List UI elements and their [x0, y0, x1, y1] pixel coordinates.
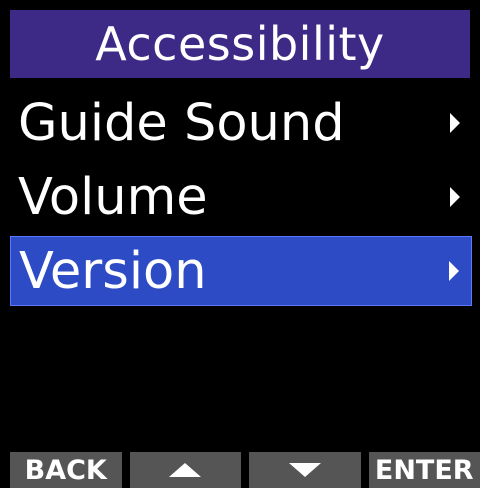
device-screen: Accessibility Guide Sound Volume Version… — [0, 0, 480, 488]
softkey-bar: BACK ENTER — [10, 452, 480, 488]
chevron-right-icon — [450, 187, 460, 207]
triangle-up-icon — [169, 463, 202, 477]
menu-item-label: Version — [19, 241, 207, 301]
menu-item-version[interactable]: Version — [10, 236, 472, 306]
menu-item-label: Guide Sound — [18, 93, 345, 153]
title-bar: Accessibility — [10, 10, 470, 78]
chevron-right-icon — [449, 261, 459, 281]
back-button[interactable]: BACK — [10, 452, 122, 488]
enter-button[interactable]: ENTER — [368, 452, 480, 488]
chevron-right-icon — [450, 113, 460, 133]
up-button[interactable] — [129, 452, 241, 488]
menu-item-guide-sound[interactable]: Guide Sound — [10, 88, 472, 158]
menu-item-label: Volume — [18, 167, 208, 227]
enter-button-label: ENTER — [374, 454, 474, 486]
page-title: Accessibility — [95, 17, 385, 71]
back-button-label: BACK — [24, 454, 107, 486]
down-button[interactable] — [249, 452, 361, 488]
triangle-down-icon — [288, 463, 321, 477]
menu-list: Guide Sound Volume Version — [10, 88, 472, 310]
menu-item-volume[interactable]: Volume — [10, 162, 472, 232]
